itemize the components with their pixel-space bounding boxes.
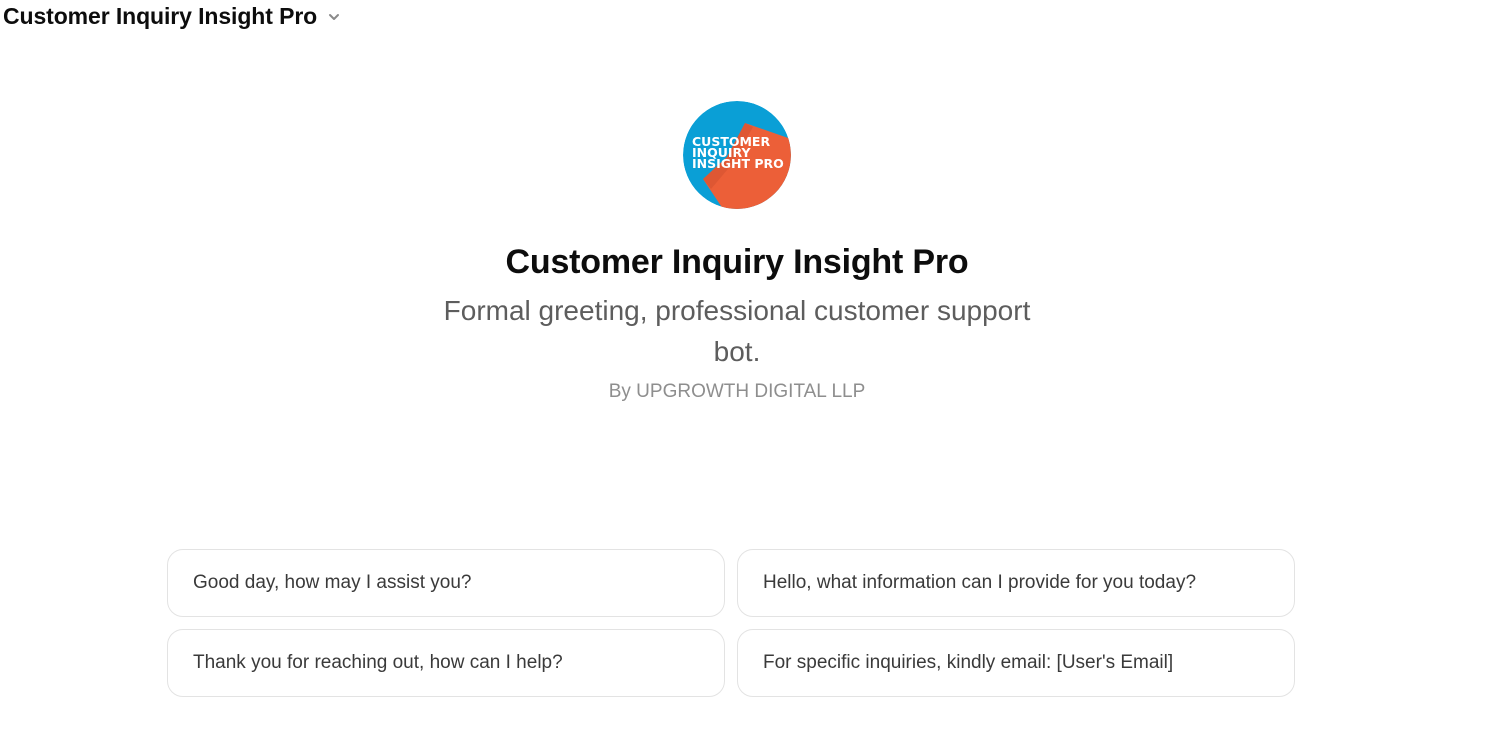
conversation-starters: Good day, how may I assist you? Hello, w… [167,549,1295,697]
chevron-down-icon [327,10,341,24]
model-selector[interactable]: Customer Inquiry Insight Pro [0,0,341,32]
starter-button[interactable]: Good day, how may I assist you? [167,549,725,617]
gpt-name: Customer Inquiry Insight Pro [505,243,969,281]
starter-button[interactable]: For specific inquiries, kindly email: [U… [737,629,1295,697]
gpt-description: Formal greeting, professional customer s… [443,295,1031,367]
gpt-logo: CUSTOMER INQUIRY INSIGHT PRO [683,101,791,209]
gpt-author: By UPGROWTH DIGITAL LLP [608,381,866,402]
app-title: Customer Inquiry Insight Pro [3,2,318,29]
svg-text:INSIGHT PRO: INSIGHT PRO [692,156,784,171]
starter-button[interactable]: Hello, what information can I provide fo… [737,549,1295,617]
starter-button[interactable]: Thank you for reaching out, how can I he… [167,629,725,697]
